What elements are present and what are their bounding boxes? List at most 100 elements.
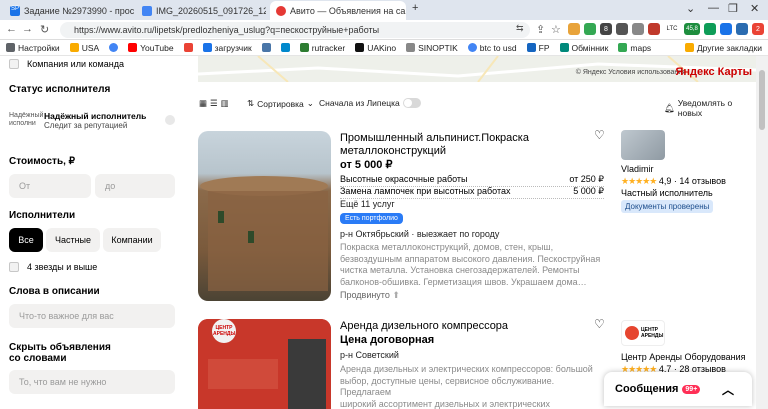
forward-icon[interactable]: → xyxy=(22,23,33,35)
company-checkbox-row[interactable]: Компания или команда xyxy=(9,59,124,69)
page-content: Компания или команда Статус исполнителя … xyxy=(0,56,756,409)
extension-icon[interactable] xyxy=(568,23,580,35)
address-bar: ← → ↻ https://www.avito.ru/lipetsk/predl… xyxy=(0,20,768,40)
reliable-toggle[interactable] xyxy=(165,115,175,125)
more-services-link[interactable]: Ещё 11 услуг xyxy=(340,199,395,209)
sort-dropdown[interactable]: ⇅ Сортировка ⌄ xyxy=(247,98,314,109)
favorite-heart-icon[interactable]: ♡ xyxy=(594,317,605,331)
performers-all-button[interactable]: Все xyxy=(9,228,43,252)
bookmark-settings[interactable]: Настройки xyxy=(6,43,60,53)
hide-heading: Скрыть объявления со словами xyxy=(9,342,111,364)
seller-avatar[interactable] xyxy=(621,130,665,160)
words-heading: Слова в описании xyxy=(9,286,100,297)
map-view-icon[interactable]: ▥ xyxy=(221,98,229,109)
map-copyright[interactable]: © Яндекс Условия использования xyxy=(576,69,686,76)
new-tab-button[interactable]: + xyxy=(412,2,418,14)
bookmark-exchanger[interactable]: Обмінник xyxy=(559,43,608,53)
listing-title[interactable]: Промышленный альпинист.Покраска металлок… xyxy=(340,132,529,158)
company-checkbox[interactable] xyxy=(9,59,19,69)
bookmark-misc[interactable] xyxy=(280,43,290,52)
page-scrollbar[interactable] xyxy=(756,56,768,409)
url-field[interactable]: https://www.avito.ru/lipetsk/predlozheni… xyxy=(60,22,530,38)
reliable-title: Надёжный исполнитель xyxy=(44,110,147,121)
share-icon[interactable]: ⇪ xyxy=(536,23,545,36)
bookmark-sinoptik[interactable]: SINOPTIK xyxy=(406,43,458,53)
map-preview[interactable]: © Яндекс Условия использования Яндекс Ка… xyxy=(198,56,756,82)
rating-checkbox[interactable] xyxy=(9,262,19,272)
tab-search-icon[interactable]: ⌄ xyxy=(686,2,695,15)
back-icon[interactable]: ← xyxy=(6,23,17,35)
bookmark-gmail[interactable] xyxy=(183,43,193,52)
translate-icon[interactable]: ⇆ xyxy=(516,23,524,34)
company-label: Компания или команда xyxy=(27,59,124,69)
tab-image[interactable]: IMG_20260515_091726_120.jpg - … ✕ xyxy=(136,1,266,20)
minimize-button[interactable]: — xyxy=(708,2,719,14)
words-input[interactable]: Что-то важное для вас xyxy=(9,304,175,328)
notify-button[interactable]: 🔔︎ Уведомлять о новых xyxy=(664,98,756,118)
bookmark-other[interactable]: Другие закладки xyxy=(684,43,762,53)
seller-logo[interactable]: ЦЕНТР АРЕНДЫ xyxy=(621,320,665,346)
bookmark-rutracker[interactable]: rutracker xyxy=(299,43,345,53)
toggle-switch[interactable] xyxy=(402,98,421,108)
extension-icon[interactable] xyxy=(616,23,628,35)
bookmark-downloader[interactable]: загрузчик xyxy=(202,43,252,53)
portfolio-badge: Есть портфолио xyxy=(340,213,403,224)
google-icon xyxy=(467,43,477,52)
extension-icon[interactable] xyxy=(632,23,644,35)
performers-private-button[interactable]: Частные xyxy=(46,228,100,252)
listing-location: р-н Советский xyxy=(340,350,399,360)
listing-photo[interactable]: ЦЕНТР АРЕНДЫ xyxy=(198,319,331,409)
cost-heading: Стоимость, ₽ xyxy=(9,156,76,167)
bookmark-fp[interactable]: FP xyxy=(526,43,550,53)
extension-icon[interactable]: 8 xyxy=(600,23,612,35)
extension-icon[interactable] xyxy=(704,23,716,35)
bookmark-uakino[interactable]: UAKino xyxy=(355,43,396,53)
verified-badge: Документы проверены xyxy=(621,200,714,213)
reliable-badge-image: Надёжный исполни xyxy=(9,112,44,127)
listing-title[interactable]: Аренда дизельного компрессора xyxy=(340,320,508,333)
favorite-heart-icon[interactable]: ♡ xyxy=(594,128,605,142)
sp-icon: SP xyxy=(10,5,20,16)
bookmark-google[interactable] xyxy=(109,43,119,52)
bookmark-maps[interactable]: maps xyxy=(618,43,651,53)
chevron-down-icon: ⌄ xyxy=(306,98,314,108)
lipetsk-first-toggle[interactable]: Сначала из Липецка xyxy=(319,98,421,108)
tab-avito[interactable]: Авито — Объявления на сайте А… ✕ xyxy=(270,1,406,20)
reload-icon[interactable]: ↻ xyxy=(40,23,49,36)
scrollbar-thumb[interactable] xyxy=(759,70,765,130)
extension-icon[interactable] xyxy=(720,23,732,35)
extension-icon[interactable] xyxy=(584,23,596,35)
seller-name[interactable]: Центр Аренды Оборудования xyxy=(621,352,746,362)
hide-words-input[interactable]: То, что вам не нужно xyxy=(9,370,175,394)
ltc-ticker[interactable]: LTC xyxy=(664,23,680,35)
bookmark-vk[interactable] xyxy=(261,43,271,52)
messages-widget[interactable]: Сообщения 99+ ︿ xyxy=(604,372,752,406)
bookmark-star-icon[interactable]: ☆ xyxy=(551,23,561,36)
chevron-up-icon[interactable]: ︿ xyxy=(722,381,734,398)
bookmark-youtube[interactable]: YouTube xyxy=(128,43,174,53)
google-icon xyxy=(109,43,119,52)
bookmark-btc[interactable]: btc to usd xyxy=(467,43,517,53)
seller-name[interactable]: Vladimir xyxy=(621,164,654,174)
extension-icon[interactable] xyxy=(736,23,748,35)
close-window-button[interactable]: ✕ xyxy=(750,2,759,15)
reliable-performer-option[interactable]: Надёжный исполни Надёжный исполнитель Сл… xyxy=(9,100,175,140)
bookmark-usa[interactable]: USA xyxy=(69,43,99,53)
extension-icon[interactable] xyxy=(648,23,660,35)
messages-count-badge: 99+ xyxy=(682,384,701,394)
rating-checkbox-row[interactable]: 4 звезды и выше xyxy=(9,262,97,272)
maps-icon xyxy=(618,43,628,52)
price-from-input[interactable]: От xyxy=(9,174,91,198)
price-to-input[interactable]: до xyxy=(95,174,175,198)
download-icon xyxy=(202,43,212,52)
mail-icon[interactable]: 2 xyxy=(752,23,764,35)
maximize-button[interactable]: ❐ xyxy=(728,2,738,15)
list-view-icon[interactable]: ☰ xyxy=(210,98,218,109)
performers-companies-button[interactable]: Компании xyxy=(103,228,161,252)
grid-view-icon[interactable]: ▦ xyxy=(199,98,207,109)
seller-logo-mark xyxy=(625,326,639,340)
listing-photo[interactable] xyxy=(198,131,331,301)
view-toggle: ▦ ☰ ▥ xyxy=(199,98,229,109)
exchange-icon xyxy=(559,43,569,52)
tab-task[interactable]: SP Задание №2973990 - просмотр з… ✕ xyxy=(4,1,134,20)
